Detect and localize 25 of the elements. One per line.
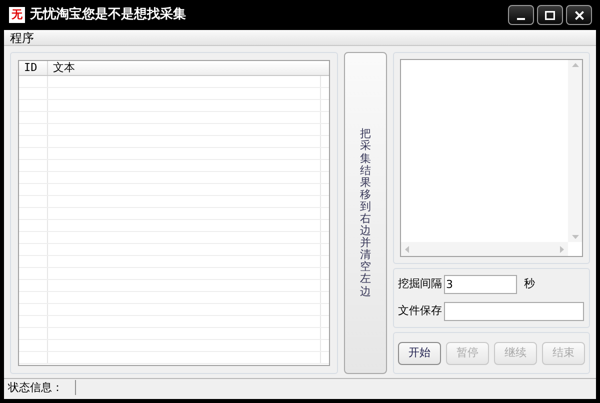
vertical-scrollbar[interactable] [568,60,582,242]
action-button[interactable]: 开始 [398,342,441,364]
menu-item[interactable]: 程序 [10,30,34,44]
maximize-icon [545,10,555,20]
maximize-button[interactable] [537,5,563,25]
minimize-button[interactable] [508,5,534,25]
interval-field[interactable]: 3 [444,275,517,294]
status-label: 状态信息： [4,380,76,395]
scroll-left-icon[interactable] [405,246,409,252]
column-header[interactable]: 文本 [48,61,330,75]
horizontal-scrollbar[interactable] [401,242,568,256]
window-title: 无忧淘宝您是不是想找采集 [30,6,186,24]
save-path-field[interactable] [444,302,584,321]
seconds-label: 秒 [524,276,535,292]
column-header[interactable]: ID [19,61,48,75]
move-results-button[interactable]: 把采集结果移到右边并清空左边 [344,52,387,374]
close-icon [574,10,584,20]
scroll-down-icon[interactable] [572,235,578,239]
close-button[interactable] [566,5,592,25]
minimize-icon [517,18,525,20]
interval-label: 挖掘间隔 [398,276,443,292]
scroll-up-icon[interactable] [572,63,578,67]
scroll-right-icon[interactable] [560,246,564,252]
save-label: 文件保存 [398,303,443,320]
app-icon: 无 [9,7,25,23]
